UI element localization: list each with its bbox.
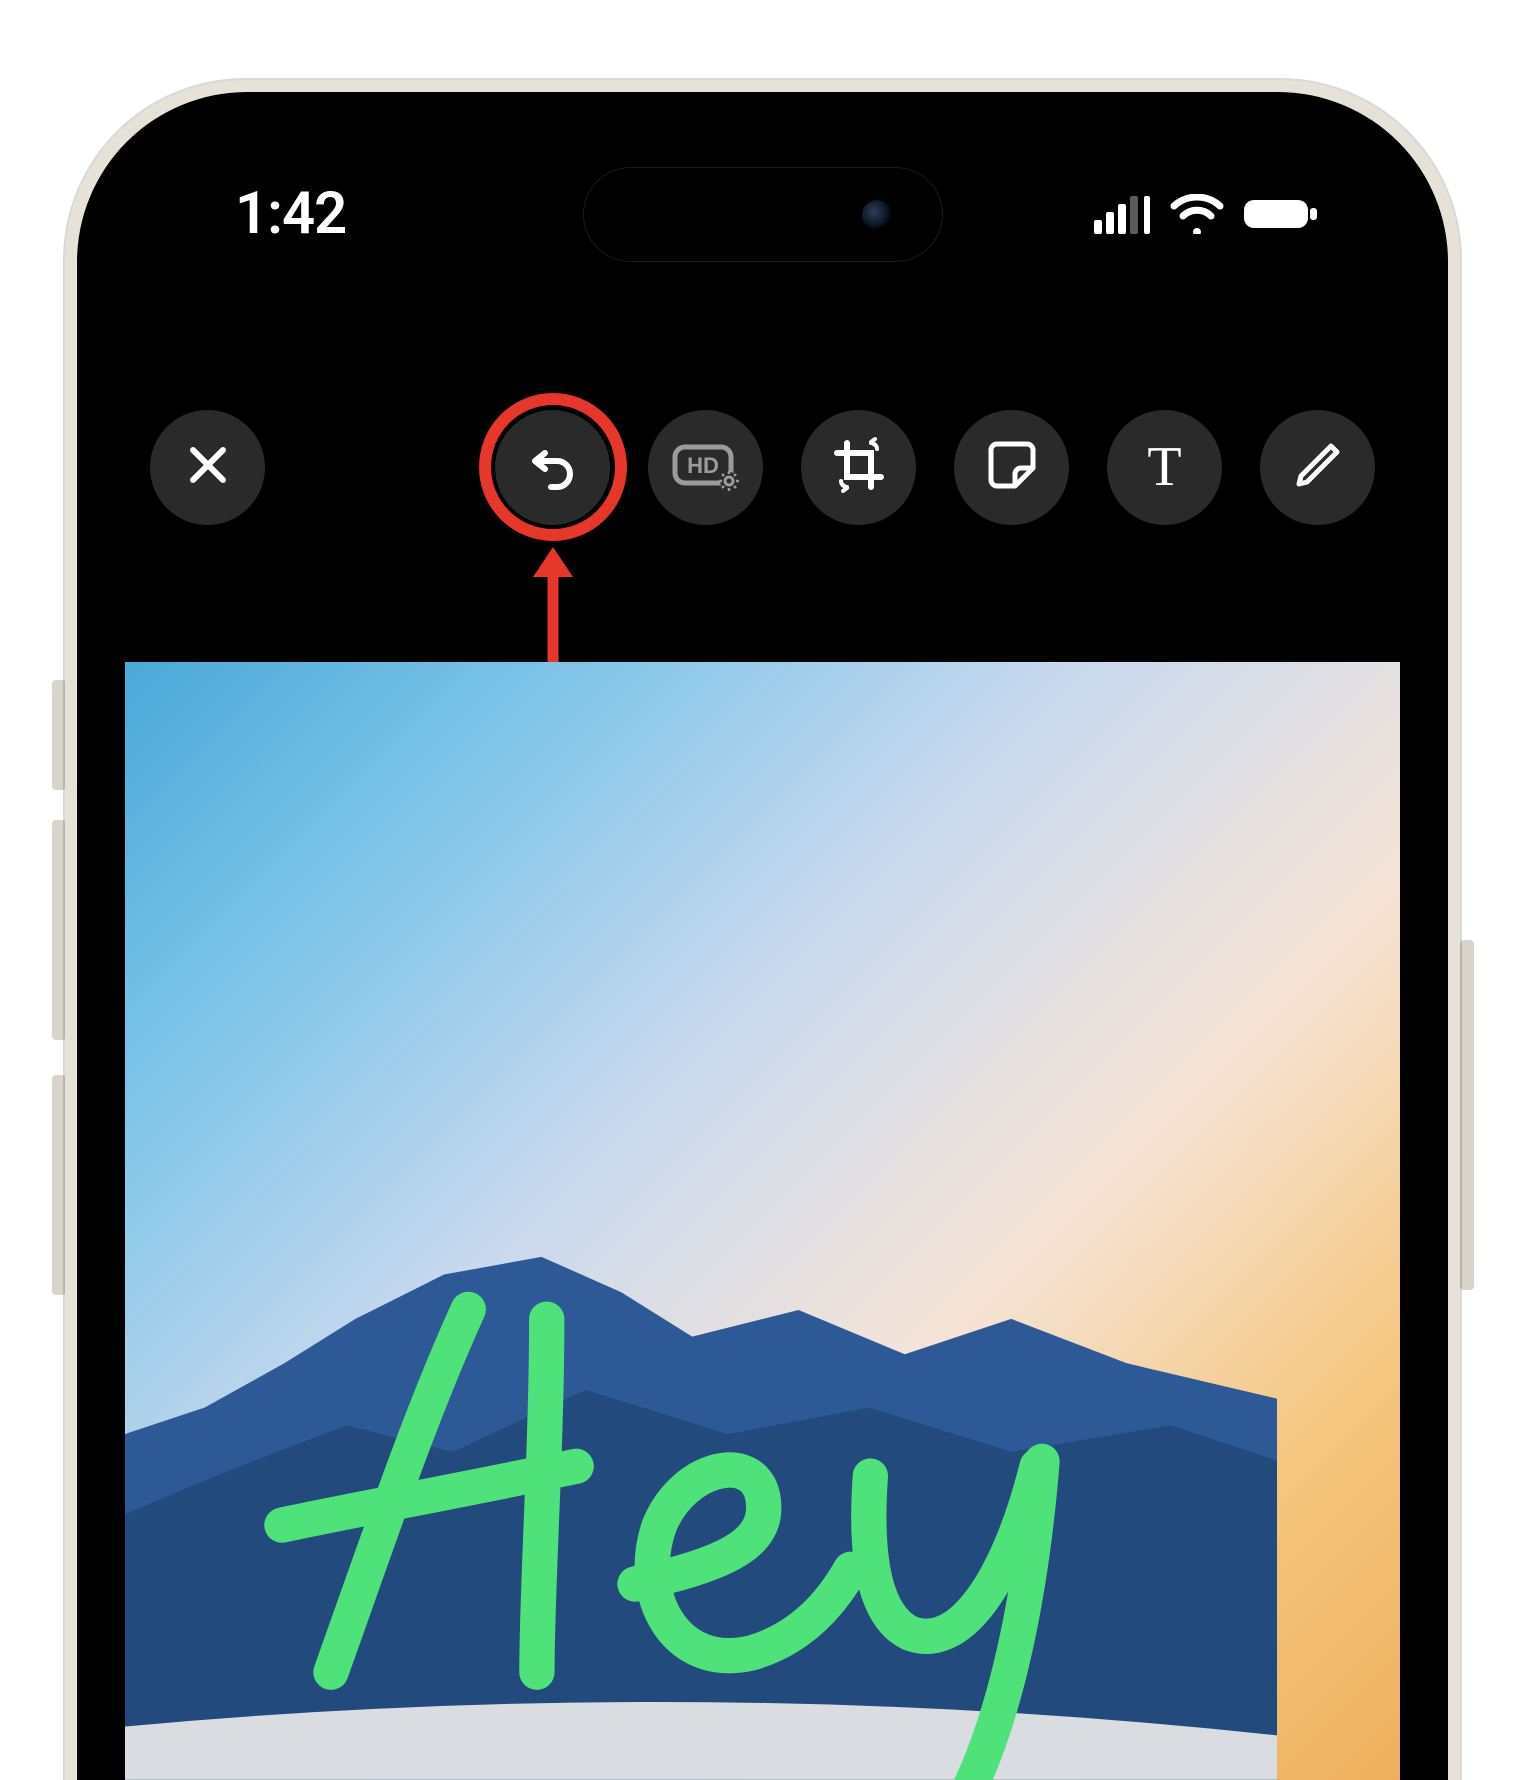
text-icon: T <box>1147 435 1181 499</box>
undo-icon <box>527 439 579 495</box>
phone-volume-down <box>52 1075 66 1295</box>
status-time: 1:42 <box>235 180 346 248</box>
cellular-icon <box>1094 194 1152 234</box>
phone-side-button <box>52 680 66 790</box>
hd-icon: HD <box>671 439 741 495</box>
wifi-icon <box>1170 194 1224 234</box>
close-button[interactable] <box>150 410 265 525</box>
phone-power-button <box>1460 940 1474 1290</box>
hd-settings-button[interactable]: HD <box>648 410 763 525</box>
close-icon <box>185 442 231 492</box>
undo-button[interactable] <box>495 410 610 525</box>
sticker-icon <box>985 438 1039 496</box>
svg-text:HD: HD <box>687 453 719 478</box>
sticker-button[interactable] <box>954 410 1069 525</box>
text-button[interactable]: T <box>1107 410 1222 525</box>
dynamic-island <box>583 167 943 262</box>
canvas-image-mountains <box>125 1053 1277 1780</box>
editor-toolbar: HD <box>105 382 1420 552</box>
crop-rotate-button[interactable] <box>801 410 916 525</box>
pencil-icon <box>1293 440 1343 494</box>
phone-volume-up <box>52 820 66 1040</box>
image-canvas[interactable] <box>125 662 1400 1780</box>
phone-frame: 1:42 <box>65 80 1460 1780</box>
status-indicators <box>1094 194 1320 234</box>
screen: 1:42 <box>105 122 1420 1780</box>
battery-icon <box>1242 194 1320 234</box>
crop-icon <box>831 437 887 497</box>
draw-button[interactable] <box>1260 410 1375 525</box>
